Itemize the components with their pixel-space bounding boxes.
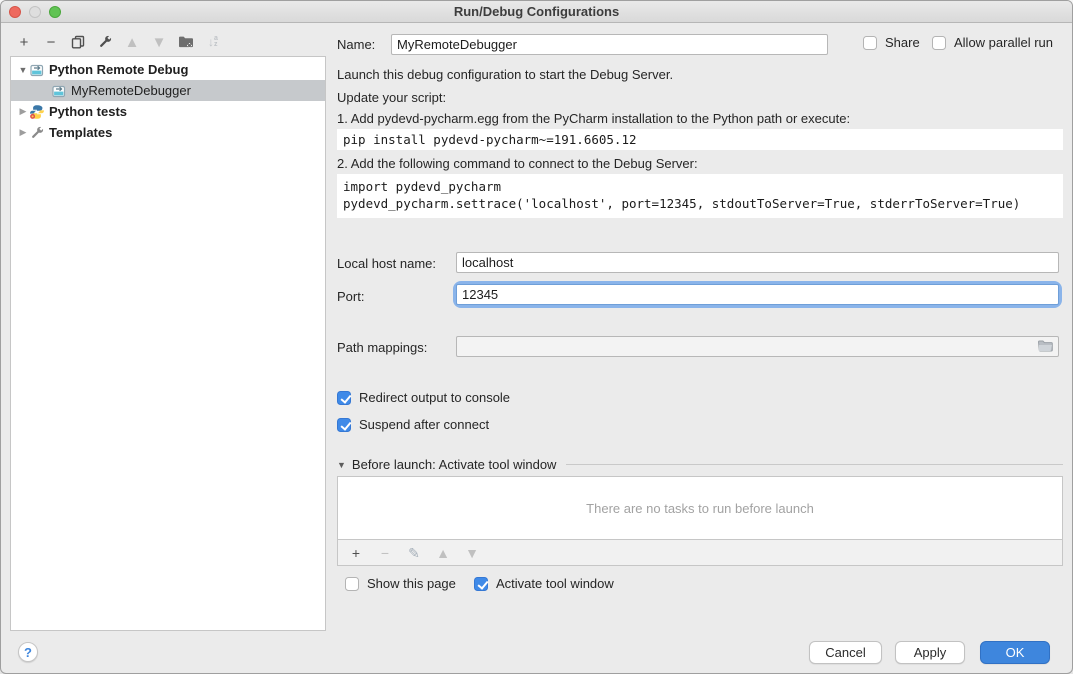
share-checkbox[interactable]: [863, 36, 877, 50]
remote-debug-config-icon: [51, 83, 67, 99]
move-up-button[interactable]: ▲: [124, 33, 140, 51]
name-input[interactable]: [391, 34, 828, 55]
sort-az-icon: ↓ az: [208, 36, 218, 48]
path-mappings-label: Path mappings:: [337, 340, 427, 355]
tree-item-python-tests[interactable]: ▶ Python tests: [11, 101, 325, 122]
configurations-tree: ▼ Python Remote Debug MyR: [10, 56, 326, 631]
add-task-button[interactable]: +: [348, 544, 364, 562]
folder-plus-icon: [178, 35, 194, 49]
tree-item-label: Python Remote Debug: [49, 62, 188, 77]
ok-button[interactable]: OK: [980, 641, 1050, 664]
tree-item-python-remote-debug[interactable]: ▼ Python Remote Debug: [11, 59, 325, 80]
browse-path-mappings-button[interactable]: [1037, 339, 1053, 353]
share-checkbox-row: Share: [863, 35, 920, 50]
sort-configurations-button[interactable]: ↓ az: [205, 33, 221, 51]
before-launch-toolbar: + − ✎ ▲ ▼: [337, 540, 1063, 566]
apply-button[interactable]: Apply: [895, 641, 965, 664]
before-launch-title: Before launch: Activate tool window: [352, 457, 557, 472]
allow-parallel-row: Allow parallel run: [932, 35, 1053, 50]
description-step1: 1. Add pydevd-pycharm.egg from the PyCha…: [337, 111, 850, 126]
tree-item-myremotedebugger[interactable]: MyRemoteDebugger: [11, 80, 325, 101]
tree-item-label: Python tests: [49, 104, 127, 119]
run-debug-configurations-dialog: Run/Debug Configurations + − ▲ ▼: [0, 0, 1073, 674]
copy-icon: [71, 35, 85, 49]
activate-tool-window-checkbox[interactable]: [474, 577, 488, 591]
activate-tool-window-row: Activate tool window: [474, 576, 614, 591]
remote-debug-config-icon: [29, 62, 45, 78]
chevron-collapsed-icon[interactable]: ▶: [17, 106, 29, 117]
show-this-page-row: Show this page: [345, 576, 456, 591]
cancel-button[interactable]: Cancel: [809, 641, 882, 664]
collapse-arrow-icon[interactable]: ▼: [337, 460, 346, 470]
remove-configuration-button[interactable]: −: [43, 33, 59, 51]
allow-parallel-label: Allow parallel run: [954, 35, 1053, 50]
pip-install-code: pip install pydevd-pycharm~=191.6605.12: [337, 129, 1063, 150]
header-rule: [566, 464, 1063, 465]
before-launch-header[interactable]: ▼ Before launch: Activate tool window: [337, 457, 1063, 472]
python-tests-icon: [29, 104, 45, 120]
window-title: Run/Debug Configurations: [1, 4, 1072, 19]
name-label: Name:: [337, 37, 375, 52]
path-mappings-input[interactable]: [456, 336, 1059, 357]
allow-parallel-checkbox[interactable]: [932, 36, 946, 50]
description-intro: Launch this debug configuration to start…: [337, 67, 673, 82]
redirect-output-label: Redirect output to console: [359, 390, 510, 405]
local-host-input[interactable]: [456, 252, 1059, 273]
tree-item-templates[interactable]: ▶ Templates: [11, 122, 325, 143]
move-task-up-button[interactable]: ▲: [435, 544, 451, 562]
suspend-after-label: Suspend after connect: [359, 417, 489, 432]
port-input-focus-ring: [456, 284, 1059, 305]
show-this-page-label: Show this page: [367, 576, 456, 591]
tree-item-label: Templates: [49, 125, 112, 140]
suspend-after-row: Suspend after connect: [337, 417, 489, 432]
configurations-toolbar: + − ▲ ▼: [16, 31, 221, 53]
port-input[interactable]: [456, 284, 1059, 305]
chevron-expanded-icon[interactable]: ▼: [17, 65, 29, 75]
remove-task-button[interactable]: −: [377, 544, 393, 562]
redirect-output-row: Redirect output to console: [337, 390, 510, 405]
suspend-after-checkbox[interactable]: [337, 418, 351, 432]
configuration-form: Name: Share Allow parallel run Launch th…: [331, 23, 1071, 633]
new-folder-button[interactable]: [178, 33, 194, 51]
move-task-down-button[interactable]: ▼: [464, 544, 480, 562]
description-update: Update your script:: [337, 90, 446, 105]
copy-configuration-button[interactable]: [70, 33, 86, 51]
tree-item-label: MyRemoteDebugger: [71, 83, 191, 98]
chevron-collapsed-icon[interactable]: ▶: [17, 127, 29, 138]
add-configuration-button[interactable]: +: [16, 33, 32, 51]
move-down-button[interactable]: ▼: [151, 33, 167, 51]
edit-defaults-button[interactable]: [97, 33, 113, 51]
edit-task-button[interactable]: ✎: [406, 544, 422, 562]
folder-icon: [1037, 339, 1053, 353]
templates-wrench-icon: [29, 125, 45, 141]
port-label: Port:: [337, 289, 364, 304]
before-launch-empty-text: There are no tasks to run before launch: [586, 501, 814, 516]
redirect-output-checkbox[interactable]: [337, 391, 351, 405]
show-this-page-checkbox[interactable]: [345, 577, 359, 591]
settrace-code-line1: import pydevd_pycharm: [343, 178, 1057, 195]
settrace-code: import pydevd_pycharm pydevd_pycharm.set…: [337, 174, 1063, 218]
before-launch-task-list: There are no tasks to run before launch: [337, 476, 1063, 540]
share-label: Share: [885, 35, 920, 50]
settrace-code-line2: pydevd_pycharm.settrace('localhost', por…: [343, 195, 1057, 212]
wrench-icon: [97, 34, 113, 50]
title-bar: Run/Debug Configurations: [1, 1, 1072, 23]
local-host-label: Local host name:: [337, 256, 436, 271]
activate-tool-window-label: Activate tool window: [496, 576, 614, 591]
description-step2: 2. Add the following command to connect …: [337, 156, 698, 171]
help-button[interactable]: ?: [18, 642, 38, 662]
help-icon: ?: [24, 645, 32, 660]
